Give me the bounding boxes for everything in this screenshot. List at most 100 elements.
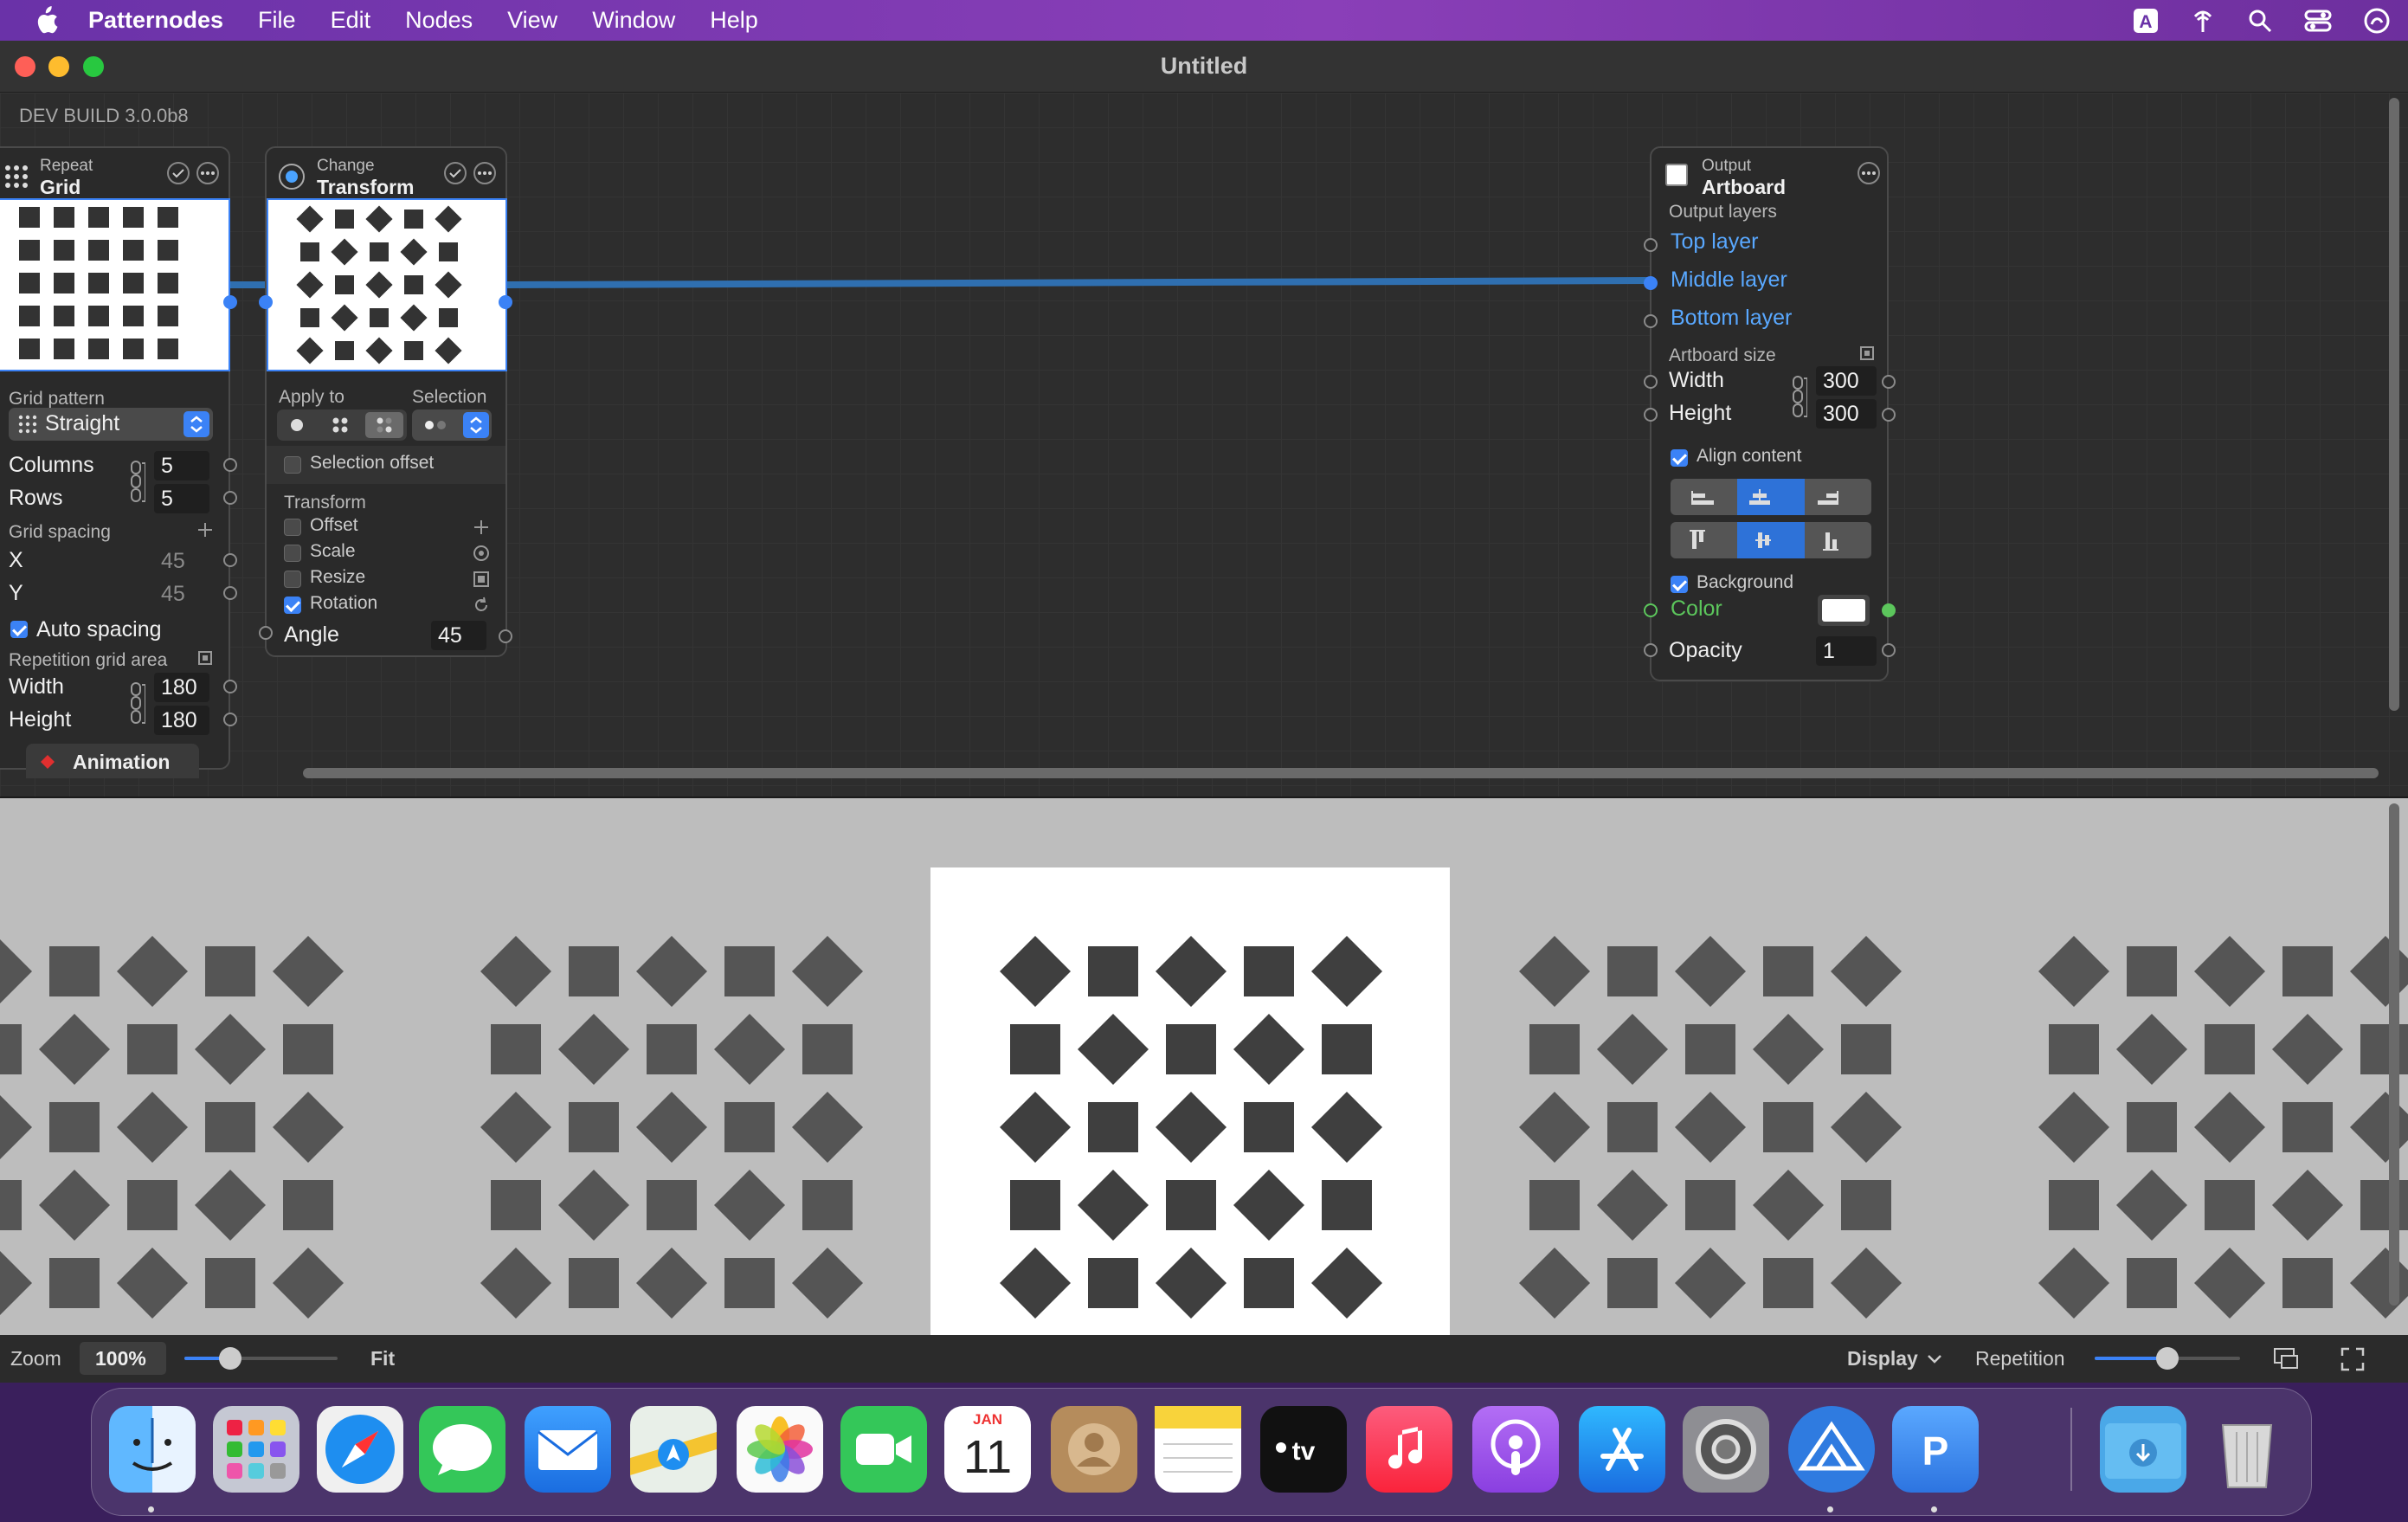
rotation-checkbox[interactable]	[284, 597, 301, 614]
system-settings-icon[interactable]	[1683, 1406, 1769, 1493]
photos-icon[interactable]	[737, 1406, 823, 1493]
zoom-slider-knob[interactable]	[219, 1347, 242, 1370]
angle-field[interactable]: 45	[431, 621, 486, 650]
repeat-grid-node[interactable]: Repeat Grid Grid pattern Straight Column…	[0, 146, 237, 770]
messages-icon[interactable]	[419, 1406, 505, 1493]
x-port[interactable]	[223, 553, 237, 567]
four-dots-icon[interactable]	[332, 417, 348, 433]
selection-select[interactable]	[412, 410, 492, 441]
vertical-scrollbar[interactable]	[2389, 98, 2399, 711]
bottom-layer-port[interactable]	[1644, 314, 1658, 328]
search-icon[interactable]	[2247, 8, 2273, 34]
podcasts-icon[interactable]	[1472, 1406, 1559, 1493]
mail-icon[interactable]	[525, 1406, 611, 1493]
layer-middle[interactable]: Middle layer	[1671, 268, 1787, 293]
menu-edit[interactable]: Edit	[331, 7, 371, 34]
background-checkbox[interactable]	[1671, 576, 1688, 593]
width-field[interactable]: 180	[154, 673, 209, 702]
app-store-icon[interactable]	[1579, 1406, 1665, 1493]
display-menu[interactable]: Display	[1847, 1347, 1918, 1370]
zoom-slider[interactable]	[184, 1347, 338, 1370]
keyboard-a-icon[interactable]: A	[2133, 8, 2159, 34]
top-layer-port[interactable]	[1644, 238, 1658, 252]
area-icon[interactable]	[1859, 345, 1875, 361]
apply-to-segmented[interactable]	[277, 410, 407, 441]
output-artboard-node[interactable]: Output Artboard Output layers Top layer …	[1644, 146, 1896, 681]
pages-icon[interactable]: P	[1892, 1406, 1979, 1493]
antenna-icon[interactable]	[2190, 8, 2216, 34]
color-out-port[interactable]	[1882, 603, 1896, 617]
display-window-icon[interactable]	[2273, 1347, 2299, 1370]
menu-help[interactable]: Help	[710, 7, 758, 34]
music-icon[interactable]	[1366, 1406, 1452, 1493]
tv-icon[interactable]: tv	[1260, 1406, 1347, 1493]
finder-icon[interactable]	[109, 1406, 196, 1493]
y-field[interactable]: 45	[154, 579, 209, 609]
preview-vertical-scrollbar[interactable]	[2389, 803, 2399, 1306]
selection-offset-checkbox[interactable]	[284, 456, 301, 474]
patternodes-icon[interactable]	[1788, 1406, 1875, 1493]
single-dot-icon[interactable]	[289, 417, 305, 433]
horizontal-align-segmented[interactable]	[1671, 479, 1871, 515]
safari-icon[interactable]	[317, 1406, 403, 1493]
opacity-in-port[interactable]	[1644, 643, 1658, 657]
width-in-port[interactable]	[1644, 375, 1658, 389]
selection-dots-option[interactable]	[365, 412, 403, 438]
vertical-align-segmented[interactable]	[1671, 522, 1871, 558]
fit-button[interactable]: Fit	[370, 1347, 395, 1370]
link-chain-icon[interactable]	[128, 458, 145, 506]
resize-checkbox[interactable]	[284, 571, 301, 588]
more-icon[interactable]	[1856, 160, 1882, 186]
color-well[interactable]	[1818, 595, 1870, 626]
x-field[interactable]: 45	[154, 546, 209, 576]
menu-window[interactable]: Window	[592, 7, 675, 34]
repetition-slider-knob[interactable]	[2156, 1347, 2179, 1370]
node-header-actions[interactable]	[166, 160, 223, 186]
siri-icon[interactable]	[2363, 7, 2391, 35]
node-canvas[interactable]: DEV BUILD 3.0.0b8 Repeat Grid Grid patte…	[0, 93, 2408, 796]
rows-port[interactable]	[223, 491, 237, 505]
menu-nodes[interactable]: Nodes	[405, 7, 473, 34]
apple-icon[interactable]	[33, 5, 59, 35]
change-transform-node[interactable]: Change Transform Apply to Selection Sele…	[259, 146, 512, 657]
scale-checkbox[interactable]	[284, 545, 301, 562]
columns-port[interactable]	[223, 458, 237, 472]
align-content-checkbox[interactable]	[1671, 449, 1688, 467]
link-chain-icon[interactable]	[128, 680, 145, 728]
angle-input-port[interactable]	[259, 626, 273, 640]
downloads-folder-icon[interactable]	[2100, 1406, 2186, 1493]
input-port[interactable]	[259, 295, 273, 309]
zoom-field[interactable]: 100%	[80, 1342, 166, 1375]
middle-layer-port[interactable]	[1644, 276, 1658, 290]
notes-icon[interactable]	[1155, 1406, 1241, 1493]
width-port[interactable]	[223, 680, 237, 693]
rows-field[interactable]: 5	[154, 484, 209, 513]
color-in-port[interactable]	[1644, 603, 1658, 617]
width-out-port[interactable]	[1882, 375, 1896, 389]
facetime-icon[interactable]	[840, 1406, 927, 1493]
height-field[interactable]: 180	[154, 706, 209, 735]
app-menu[interactable]: Patternodes	[88, 7, 223, 34]
contacts-icon[interactable]	[1051, 1406, 1137, 1493]
menu-view[interactable]: View	[507, 7, 557, 34]
opacity-field[interactable]: 1	[1816, 636, 1877, 666]
animation-tab[interactable]: Animation	[26, 744, 199, 778]
angle-output-port[interactable]	[499, 629, 512, 643]
auto-spacing-checkbox[interactable]	[10, 621, 28, 638]
output-port[interactable]	[499, 295, 512, 309]
height-out-port[interactable]	[1882, 408, 1896, 422]
repetition-slider[interactable]	[2095, 1347, 2240, 1370]
height-field[interactable]: 300	[1816, 399, 1877, 429]
launchpad-icon[interactable]	[213, 1406, 299, 1493]
layer-bottom[interactable]: Bottom layer	[1671, 306, 1792, 331]
menu-file[interactable]: File	[258, 7, 296, 34]
offset-checkbox[interactable]	[284, 519, 301, 536]
height-port[interactable]	[223, 713, 237, 726]
horizontal-scrollbar[interactable]	[303, 768, 2379, 778]
fullscreen-icon[interactable]	[2340, 1347, 2365, 1371]
preview-area[interactable]	[0, 798, 2408, 1335]
node-header-actions[interactable]	[443, 160, 500, 186]
control-center-icon[interactable]	[2304, 8, 2332, 34]
link-chain-icon[interactable]	[1790, 373, 1807, 422]
opacity-out-port[interactable]	[1882, 643, 1896, 657]
